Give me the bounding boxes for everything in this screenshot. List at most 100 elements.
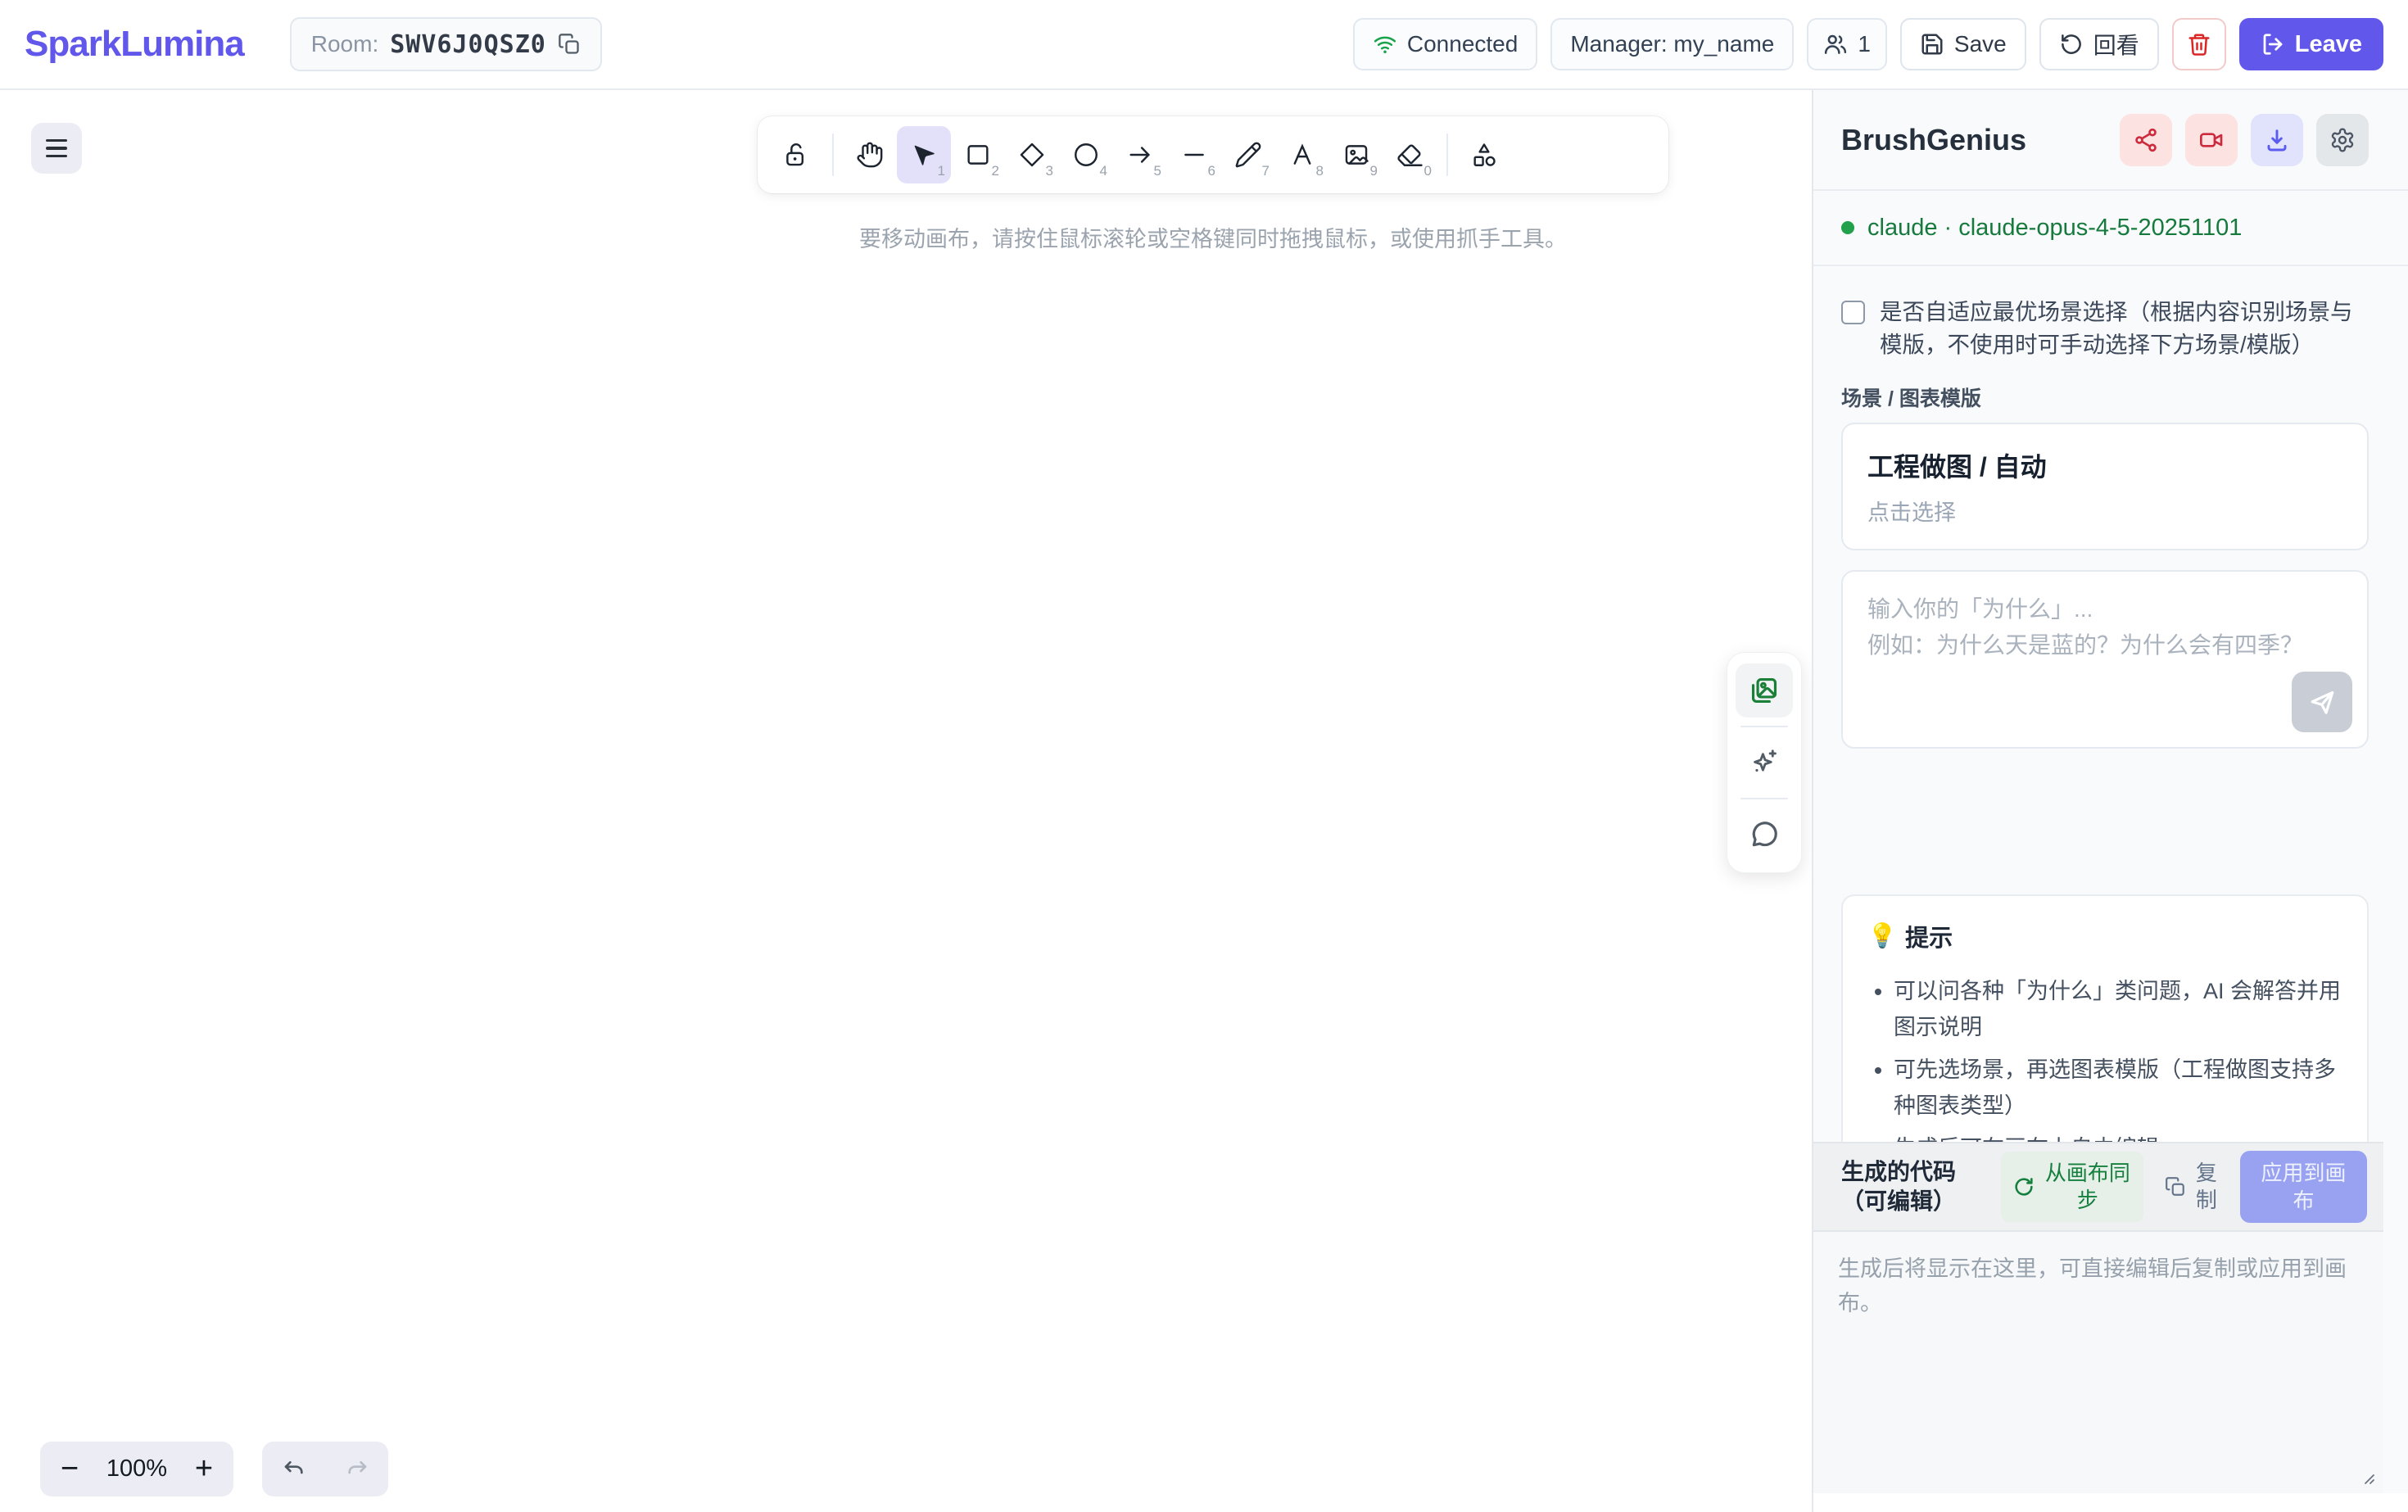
- sync-from-canvas-button[interactable]: 从画布同步: [2001, 1152, 2143, 1222]
- tool-shortcut: 7: [1262, 163, 1270, 179]
- leave-button[interactable]: Leave: [2239, 18, 2383, 70]
- generated-code-input[interactable]: [1813, 1232, 2383, 1493]
- apply-to-canvas-button[interactable]: 应用到画布: [2240, 1151, 2367, 1223]
- zoom-out-button[interactable]: −: [40, 1442, 99, 1496]
- tool-lock-open-button[interactable]: [769, 126, 823, 183]
- save-icon: [1920, 32, 1944, 57]
- sparkles-icon: [1749, 747, 1780, 778]
- images-icon: [1749, 675, 1780, 706]
- undo-icon: [281, 1456, 307, 1483]
- header-actions: Connected Manager: my_name 1 Save 回看: [1353, 18, 2383, 70]
- replay-button[interactable]: 回看: [2039, 18, 2159, 70]
- model-online-dot: [1841, 221, 1854, 234]
- copy-code-button[interactable]: 复制: [2165, 1160, 2220, 1214]
- hamburger-icon: [46, 139, 67, 143]
- chat-tab-button[interactable]: [1736, 808, 1793, 862]
- tool-diamond-button[interactable]: 3: [1005, 126, 1059, 183]
- paper-plane-icon: [2306, 686, 2338, 718]
- manager-text: Manager: my_name: [1570, 31, 1774, 57]
- tool-hand-button[interactable]: [843, 126, 897, 183]
- lock-open-icon: [782, 141, 810, 169]
- auto-scene-checkbox[interactable]: [1841, 301, 1865, 324]
- trash-icon: [2187, 32, 2211, 57]
- tip-item: 可以问各种「为什么」类问题，AI 会解答并用图示说明: [1894, 973, 2342, 1045]
- gear-icon: [2329, 127, 2356, 153]
- record-button[interactable]: [2185, 114, 2238, 166]
- tool-draw-button[interactable]: 7: [1221, 126, 1275, 183]
- ellipse-icon: [1072, 141, 1100, 169]
- tip-item: 可先选场景，再选图表模版（工程做图支持多种图表类型）: [1894, 1052, 2342, 1124]
- main-area: 1 2 3 4 56 7 890 要移动画布，请按住鼠标滚轮或空格键同时拖拽鼠标，或使用抓手…: [0, 90, 2408, 1512]
- redo-button[interactable]: [325, 1442, 388, 1496]
- tool-text-button[interactable]: 8: [1275, 126, 1329, 183]
- lightbulb-icon: 💡: [1867, 922, 1897, 950]
- redo-icon: [344, 1456, 370, 1483]
- image-icon: [1342, 141, 1370, 169]
- generated-code-label: 生成的代码（可编辑）: [1841, 1157, 1999, 1216]
- auto-scene-row: 是否自适应最优场景选择（根据内容识别场景与模版，不使用时可手动选择下方场景/模版…: [1841, 296, 2369, 361]
- zoom-controls: − 100% +: [40, 1442, 233, 1496]
- panel-header: BrushGenius: [1813, 90, 2408, 191]
- connection-status-badge: Connected: [1353, 18, 1537, 70]
- zoom-in-button[interactable]: +: [174, 1442, 233, 1496]
- download-button[interactable]: [2251, 114, 2303, 166]
- share-icon: [2133, 127, 2159, 153]
- prompt-card: [1841, 570, 2369, 749]
- settings-button[interactable]: [2316, 114, 2369, 166]
- scene-template-selector[interactable]: 工程做图 / 自动 点击选择: [1841, 423, 2369, 550]
- tips-title-row: 💡 提示: [1867, 919, 2342, 953]
- prompt-input[interactable]: [1843, 572, 2367, 747]
- model-status-text: claude · claude-opus-4-5-20251101: [1867, 215, 2242, 242]
- clear-canvas-button[interactable]: [2172, 18, 2226, 70]
- tool-shapes-button[interactable]: [1457, 126, 1511, 183]
- text-icon: [1288, 141, 1316, 169]
- tool-ellipse-button[interactable]: 4: [1059, 126, 1113, 183]
- scene-template-hint: 点击选择: [1867, 495, 2342, 527]
- tool-shortcut: 4: [1100, 163, 1107, 179]
- copy-room-code-button[interactable]: [558, 33, 581, 56]
- tool-line-button[interactable]: 6: [1167, 126, 1221, 183]
- line-icon: [1180, 141, 1208, 169]
- tool-eraser-button[interactable]: 0: [1383, 126, 1437, 183]
- drawing-toolbar: 1 2 3 4 56 7 890: [758, 116, 1668, 193]
- tool-selection-button[interactable]: 1: [897, 126, 951, 183]
- zoom-level[interactable]: 100%: [99, 1455, 174, 1483]
- tip-item: 生成后可在画布上自由编辑: [1894, 1130, 2342, 1142]
- auto-scene-label: 是否自适应最优场景选择（根据内容识别场景与模版，不使用时可手动选择下方场景/模版…: [1880, 296, 2369, 361]
- online-count: 1: [1858, 31, 1871, 57]
- copy-icon: [2165, 1176, 2186, 1197]
- tips-list: 可以问各种「为什么」类问题，AI 会解答并用图示说明可先选场景，再选图表模版（工…: [1894, 973, 2342, 1142]
- tool-shortcut: 8: [1316, 163, 1324, 179]
- panel-title: BrushGenius: [1841, 123, 2026, 157]
- menu-button[interactable]: [31, 123, 82, 174]
- tool-shortcut: 2: [992, 163, 999, 179]
- video-camera-icon: [2198, 127, 2225, 153]
- tool-arrow-button[interactable]: 5: [1113, 126, 1167, 183]
- connection-status-text: Connected: [1407, 31, 1518, 57]
- history-controls: [262, 1442, 388, 1496]
- scene-section-label: 场景 / 图表模版: [1841, 383, 2369, 412]
- users-icon: [1823, 32, 1848, 57]
- brushgenius-panel: BrushGenius: [1812, 90, 2408, 1512]
- room-label: Room:: [311, 31, 378, 57]
- sync-icon: [2012, 1175, 2035, 1198]
- divider: [1740, 726, 1788, 727]
- tool-shortcut: 3: [1046, 163, 1053, 179]
- tool-shortcut: 5: [1154, 163, 1161, 179]
- canvas-hint: 要移动画布，请按住鼠标滚轮或空格键同时拖拽鼠标，或使用抓手工具。: [758, 221, 1668, 253]
- send-button[interactable]: [2292, 672, 2352, 732]
- undo-button[interactable]: [262, 1442, 325, 1496]
- rectangle-icon: [964, 141, 992, 169]
- resize-handle-icon[interactable]: [2357, 1467, 2377, 1487]
- gallery-tab-button[interactable]: [1736, 663, 1793, 718]
- room-chip: Room: SWV6J0QSZ0: [290, 17, 602, 71]
- save-button[interactable]: Save: [1900, 18, 2026, 70]
- tool-image-button[interactable]: 9: [1329, 126, 1383, 183]
- tool-rectangle-button[interactable]: 2: [951, 126, 1005, 183]
- logout-icon: [2261, 32, 2285, 57]
- wifi-icon: [1373, 32, 1397, 57]
- share-button[interactable]: [2120, 114, 2172, 166]
- shapes-icon: [1470, 141, 1498, 169]
- ai-generate-tab-button[interactable]: [1736, 736, 1793, 790]
- whiteboard-canvas[interactable]: [0, 90, 1812, 1512]
